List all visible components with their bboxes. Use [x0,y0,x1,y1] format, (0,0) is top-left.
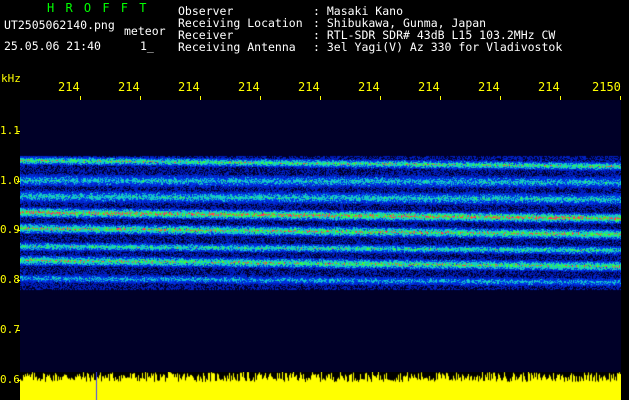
antenna-label: Receiving Antenna [178,40,296,54]
x-tick-label: 214 [538,80,560,94]
x-tick-label: 214 [58,80,80,94]
x-tick-label: 214 [298,80,320,94]
x-tick-label: 214 [358,80,380,94]
y-tick-label: 0.8 [0,273,20,286]
x-tick-label: 214 [178,80,200,94]
brand-title: H R O F F T [47,1,149,15]
filename: UT2505062140.png [4,18,115,32]
y-tick-label: 0.6 [0,373,20,386]
datetime: 25.05.06 21:40 [4,39,101,53]
y-tick-label: 0.9 [0,223,20,236]
y-tick-label: 1.1 [0,124,20,137]
x-tick-label: 214 [118,80,140,94]
amplitude-canvas [20,372,621,400]
x-tick-label: 214 [418,80,440,94]
x-tick-label: 2150 [592,80,621,94]
page-marker: 1_ [140,39,154,53]
spectrogram-plot [20,100,621,372]
y-tick-label: 1.0 [0,174,20,187]
y-axis-unit: kHz [1,72,21,85]
x-tick-label: 214 [238,80,260,94]
spectrogram-canvas [20,100,621,372]
tag: meteor [124,24,166,38]
amplitude-bar [20,372,621,400]
x-tick-label: 214 [478,80,500,94]
antenna-value: : 3el Yagi(V) Az 330 for Vladivostok [313,40,563,54]
hrofft-spectrogram-window: H R O F F T UT2505062140.png meteor 25.0… [0,0,629,400]
y-tick-label: 0.7 [0,323,20,336]
